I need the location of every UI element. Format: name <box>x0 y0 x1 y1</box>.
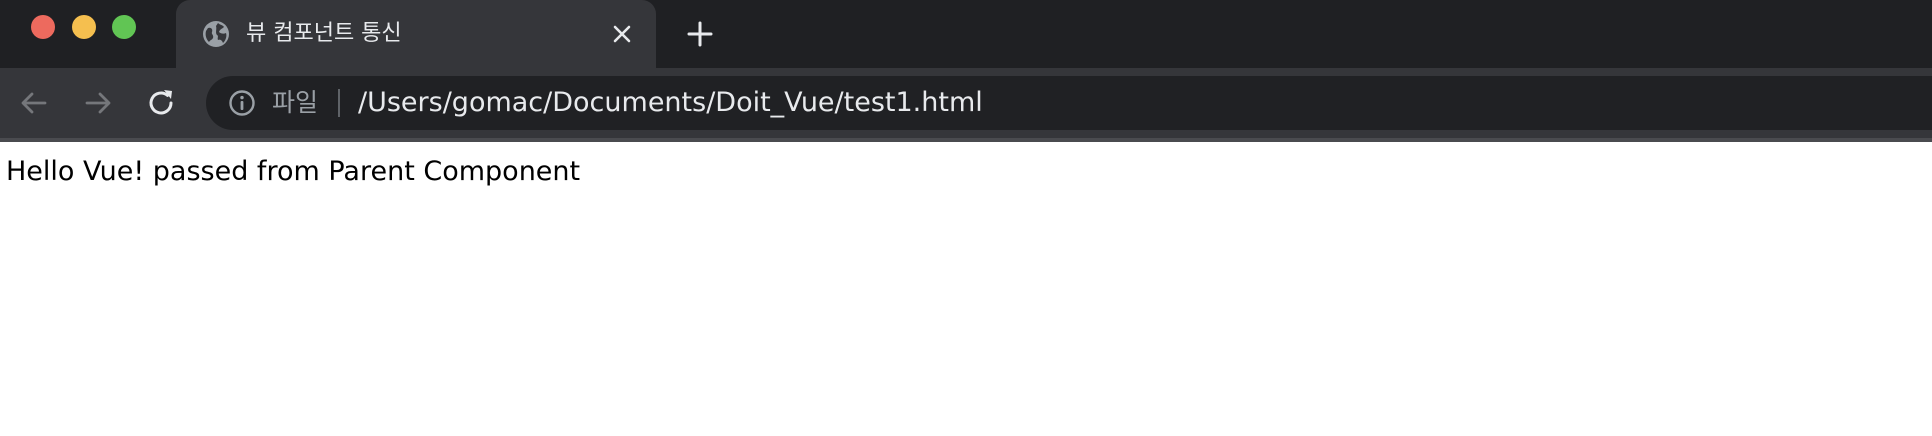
close-icon[interactable] <box>610 22 634 46</box>
window-minimize-button[interactable] <box>72 15 96 39</box>
arrow-right-icon[interactable] <box>81 86 115 120</box>
plus-icon[interactable] <box>684 18 716 50</box>
url-text[interactable]: /Users/gomac/Documents/Doit_Vue/test1.ht… <box>358 87 983 119</box>
omnibox-divider <box>338 89 340 117</box>
window-close-button[interactable] <box>31 15 55 39</box>
address-bar[interactable]: 파일 /Users/gomac/Documents/Doit_Vue/test1… <box>206 76 1932 130</box>
active-tab[interactable]: 뷰 컴포넌트 통신 <box>176 0 656 68</box>
arrow-left-icon[interactable] <box>17 86 51 120</box>
page-content: Hello Vue! passed from Parent Component <box>0 142 1932 436</box>
reload-icon[interactable] <box>145 86 179 120</box>
page-message: Hello Vue! passed from Parent Component <box>6 156 581 187</box>
scheme-label: 파일 <box>272 88 319 117</box>
toolbar: 파일 /Users/gomac/Documents/Doit_Vue/test1… <box>0 68 1932 142</box>
info-icon[interactable] <box>228 89 256 117</box>
globe-icon <box>203 21 229 47</box>
browser-window: 뷰 컴포넌트 통신 파일 /Users/gomac/Documents/Doit… <box>0 0 1932 436</box>
tab-strip: 뷰 컴포넌트 통신 <box>0 0 1932 68</box>
tab-title: 뷰 컴포넌트 통신 <box>246 21 402 46</box>
window-zoom-button[interactable] <box>112 15 136 39</box>
